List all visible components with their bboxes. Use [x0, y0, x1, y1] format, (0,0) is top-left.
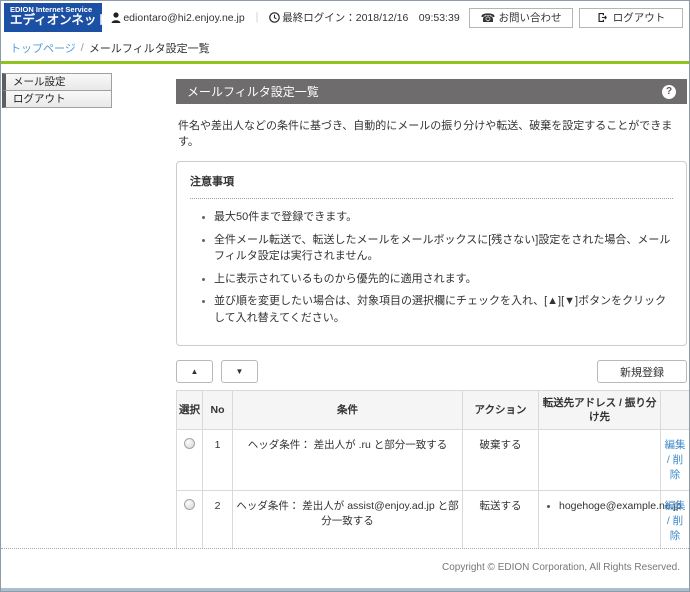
row-condition: ヘッダ条件： 差出人が .ru と部分一致する	[232, 429, 463, 492]
logout-button[interactable]: ログアウト	[579, 7, 684, 28]
bottom-strip	[1, 588, 689, 591]
col-header-condition: 条件	[232, 389, 463, 431]
breadcrumb-current: メールフィルタ設定一覧	[88, 42, 210, 55]
contact-button[interactable]: ☎ お問い合わせ	[469, 7, 574, 28]
logout-icon	[597, 12, 608, 23]
phone-icon: ☎	[480, 10, 496, 25]
sidebar: メール設定 ログアウト	[2, 73, 112, 108]
sidebar-item-label: メール設定	[13, 76, 66, 88]
sidebar-item-label: ログアウト	[13, 93, 66, 105]
sidebar-item-logout[interactable]: ログアウト	[2, 90, 112, 108]
last-login: 最終ログイン：2018/12/16 09:53:39	[282, 12, 460, 24]
destination-address: hogehoge@example.ne.jp	[559, 499, 682, 514]
row1-radio[interactable]	[184, 438, 195, 450]
new-registration-button[interactable]: 新規登録	[597, 360, 687, 383]
move-down-button[interactable]: ▼	[221, 360, 258, 383]
row-destination	[538, 429, 661, 492]
note-item: 全件メール転送で、転送したメールをメールボックスに[残さない]設定をされた場合、…	[214, 232, 673, 265]
row2-delete-link[interactable]: 削除	[670, 515, 683, 542]
breadcrumb-separator: /	[80, 41, 84, 54]
breadcrumb-home-link[interactable]: トップページ	[10, 40, 76, 56]
notes-list: 最大50件まで登録できます。 全件メール転送で、転送したメールをメールボックスに…	[190, 209, 673, 326]
note-item: 並び順を変更したい場合は、対象項目の選択欄にチェックを入れ、[▲][▼]ボタンを…	[214, 293, 673, 326]
row2-edit-link[interactable]: 編集	[665, 500, 686, 512]
page: EDION Internet Service エディオンネット ediontar…	[0, 0, 690, 592]
main-panel: メールフィルタ設定一覧 ? 件名や差出人などの条件に基づき、自動的にメールの振り…	[176, 79, 689, 548]
notes-box: 注意事項 最大50件まで登録できます。 全件メール転送で、転送したメールをメール…	[176, 161, 687, 346]
table-row: 1 ヘッダ条件： 差出人が .ru と部分一致する 破棄する 編集 / 削除	[176, 429, 689, 492]
row-destination: hogehoge@example.ne.jp	[538, 490, 682, 548]
clock-icon	[269, 12, 281, 23]
link-separator: /	[666, 454, 670, 467]
filter-table: 選択 No 条件 アクション 転送先アドレス / 振り分け先 1 ヘッダ条件： …	[176, 389, 689, 548]
edion-logo[interactable]: EDION Internet Service エディオンネット	[4, 3, 109, 32]
contact-button-label: お問い合わせ	[498, 12, 562, 24]
link-separator: /	[666, 515, 670, 528]
col-header-no: No	[202, 389, 233, 431]
logo-main-text: エディオンネット	[10, 12, 109, 27]
user-email: ediontaro@hi2.enjoy.ne.jp	[123, 11, 245, 24]
note-item: 上に表示されているものから優先的に適用されます。	[214, 271, 673, 288]
logout-button-label: ログアウト	[612, 12, 666, 24]
row-no: 2	[202, 490, 233, 548]
table-row: 2 ヘッダ条件： 差出人が assist@enjoy.ad.jp と部分一致する…	[176, 490, 689, 548]
section-title-bar: メールフィルタ設定一覧 ?	[176, 79, 687, 104]
col-header-action: アクション	[462, 389, 539, 431]
row2-radio[interactable]	[184, 499, 195, 511]
page-title: メールフィルタ設定一覧	[187, 85, 319, 99]
header-separator: ｜	[251, 12, 263, 24]
content: メール設定 ログアウト メールフィルタ設定一覧 ? 件名や差出人などの条件に基づ…	[1, 64, 689, 548]
notes-title: 注意事項	[190, 173, 673, 199]
row-action: 転送する	[462, 490, 539, 548]
row-condition: ヘッダ条件： 差出人が assist@enjoy.ad.jp と部分一致する	[232, 490, 463, 548]
row1-delete-link[interactable]: 削除	[670, 454, 683, 481]
top-header: EDION Internet Service エディオンネット ediontar…	[1, 1, 689, 34]
row-action: 破棄する	[462, 429, 539, 492]
row-no: 1	[202, 429, 233, 492]
table-controls: ▲ ▼ 新規登録	[176, 360, 687, 383]
footer: Copyright © EDION Corporation, All Right…	[1, 548, 689, 591]
sidebar-item-mail-settings[interactable]: メール設定	[2, 73, 112, 91]
col-header-destination: 転送先アドレス / 振り分け先	[538, 389, 661, 431]
user-icon	[111, 12, 121, 23]
copyright-text: Copyright © EDION Corporation, All Right…	[441, 562, 680, 573]
col-header-select: 選択	[176, 389, 203, 431]
user-info: ediontaro@hi2.enjoy.ne.jp ｜ 最終ログイン：2018/…	[111, 10, 460, 25]
col-header-edit	[660, 389, 689, 431]
row1-edit-link[interactable]: 編集	[665, 439, 686, 451]
help-icon[interactable]: ?	[662, 84, 676, 99]
breadcrumb: トップページ / メールフィルタ設定一覧	[1, 34, 689, 61]
page-description: 件名や差出人などの条件に基づき、自動的にメールの振り分けや転送、破棄を設定するこ…	[178, 120, 673, 148]
move-up-button[interactable]: ▲	[176, 360, 213, 383]
note-item: 最大50件まで登録できます。	[214, 209, 673, 226]
table-header-row: 選択 No 条件 アクション 転送先アドレス / 振り分け先	[176, 389, 689, 431]
